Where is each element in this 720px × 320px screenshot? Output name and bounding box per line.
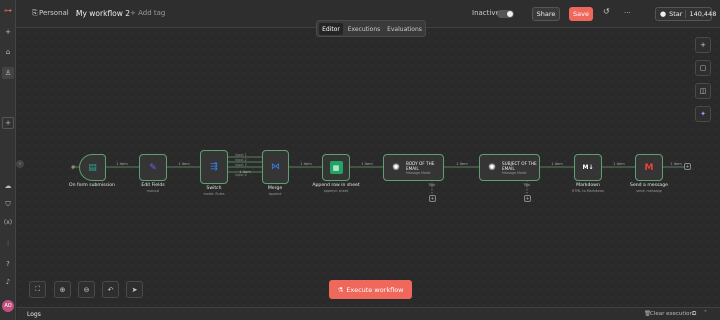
edge-label: 1 item [613,162,625,166]
sheets-icon: ▦ [329,161,343,174]
panel-icon[interactable]: ◫ [695,83,711,99]
edge-label: 1 item [116,162,128,166]
node-google-sheets[interactable]: ▦ [322,154,350,181]
merge-icon: ⋈ [271,162,280,172]
form-icon: ▤ [88,162,97,173]
switch-output-label: input 2 [235,158,247,162]
markdown-icon: M↓ [582,164,594,171]
node-switch[interactable]: ⇶ [200,150,228,184]
node-subtitle: HTML to Markdown [571,189,605,193]
switch-output-label: input 1 [235,153,247,157]
edge-label: 1 item [178,162,190,166]
node-subtitle: append [268,192,282,196]
zoom-in-icon[interactable]: ⊕ [54,281,71,298]
node-ai-body[interactable]: ✺ BODY OF THE EMAIL Message Model [383,154,444,181]
pencil-icon: ✎ [149,162,157,173]
node-label: Markdown [576,183,600,188]
add-tool-button[interactable]: + [524,195,531,202]
flask-icon: ⚗ [337,285,344,294]
clear-execution-button[interactable]: Clear execution [650,311,693,317]
switch-output-label: input 3 [235,163,247,167]
node-label: SUBJECT OF THE EMAIL [502,160,537,171]
execute-workflow-button[interactable]: ⚗ Execute workflow [329,280,412,299]
node-label: BODY OF THE EMAIL [406,160,435,171]
sticky-note-icon[interactable]: ▢ [695,60,711,76]
edges-layer [71,156,684,195]
edge-label: 1 item [670,162,682,166]
openai-icon: ✺ [488,162,496,173]
node-subtitle: send: message [636,189,662,193]
add-node-panel-button[interactable]: + [695,37,711,53]
edge-label: 1 item [551,162,563,166]
node-markdown[interactable]: M↓ [574,154,602,181]
switch-output-label: input 4 [235,173,247,177]
n8n-editor: ⊶ + ⌂ ♙ + ☁ ⛉ (x) ⫶ ? ♪ AO ⎘ Personal / … [0,0,720,320]
node-label: Append row in sheet [312,183,360,188]
node-label: Switch [206,186,222,191]
ai-assistant-icon[interactable]: ✦ [695,106,711,122]
openai-icon: ✺ [392,162,400,173]
gmail-icon: M [644,162,654,173]
node-subtitle: mode: Rules [203,192,225,196]
tool-port-label: Tool [523,183,531,187]
logs-panel[interactable]: Logs 🗑 Clear execution ⧉ ˄ [17,307,720,320]
edge-label: 1 item [361,162,373,166]
add-node-button[interactable]: + [684,163,691,170]
logs-title: Logs [27,311,41,318]
node-edit-fields[interactable]: ✎ [139,154,167,181]
node-gmail[interactable]: M [635,154,663,181]
chevron-up-icon[interactable]: ˄ [704,310,707,317]
pointer-icon[interactable]: ➤ [126,281,143,298]
node-subtitle: Message Model [502,170,527,175]
trigger-bolt-icon: ⚡ [71,164,76,172]
node-label: Edit Fields [141,183,165,188]
edge-label: 1 item [456,162,468,166]
fit-view-icon[interactable]: ⛶ [29,281,46,298]
node-merge[interactable]: ⋈ [262,150,289,184]
zoom-out-icon[interactable]: ⊖ [78,281,95,298]
node-label: On form submission [69,183,115,188]
node-subtitle: Message Model [406,170,431,175]
edge-label: 1 item [300,162,312,166]
node-form-trigger[interactable]: ▤ [79,154,106,181]
node-ai-subject[interactable]: ✺ SUBJECT OF THE EMAIL Message Model [479,154,540,181]
undo-icon[interactable]: ↶ [102,281,119,298]
add-tool-button[interactable]: + [429,195,436,202]
switch-icon: ⇶ [210,162,218,172]
execute-label: Execute workflow [346,285,404,294]
popout-icon[interactable]: ⧉ [692,310,696,318]
node-subtitle: manual [146,189,160,193]
node-label: Merge [267,186,283,191]
node-label: Send a message [630,183,668,188]
tool-port-label: Tool [428,183,436,187]
node-subtitle: append: sheet [323,189,349,193]
